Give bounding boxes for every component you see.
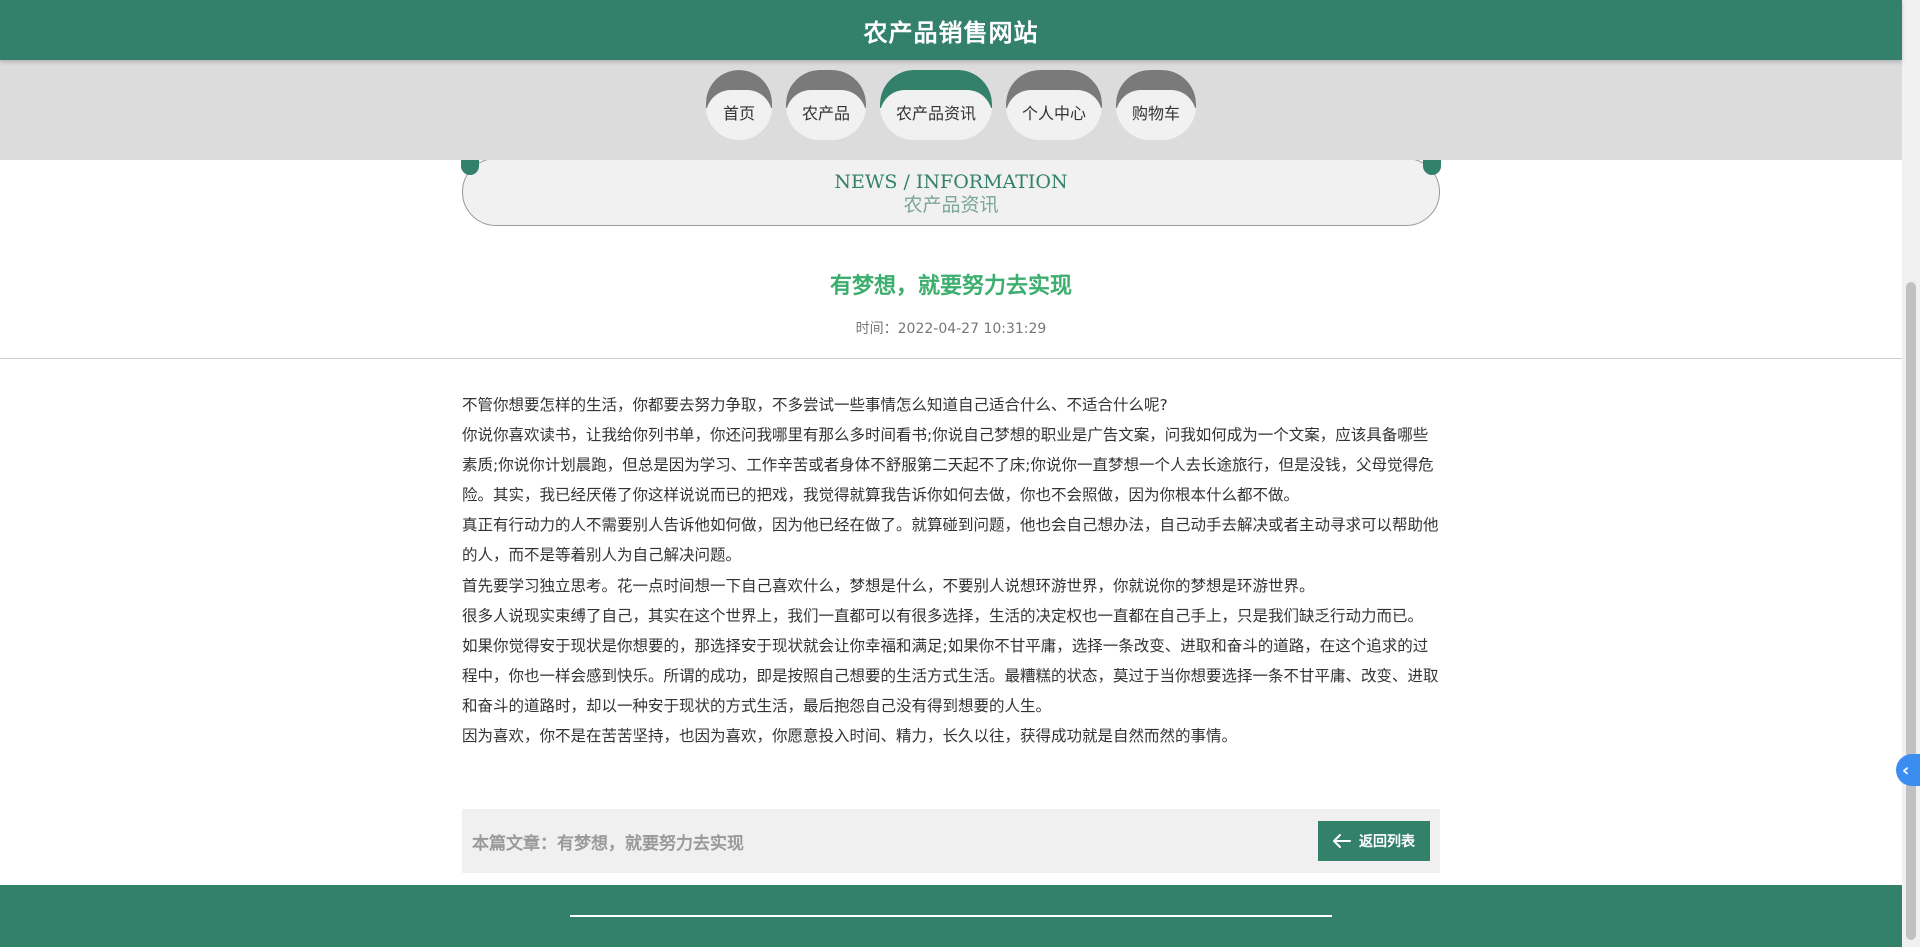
article-footer-bar: 本篇文章：有梦想，就要努力去实现 返回列表 — [462, 809, 1440, 873]
article-paragraph: 首先要学习独立思考。花一点时间想一下自己喜欢什么，梦想是什么，不要别人说想环游世… — [462, 576, 1315, 595]
nav-item-cart[interactable]: 购物车 — [1116, 70, 1197, 140]
nav-item-label: 农产品 — [801, 104, 850, 123]
divider — [0, 358, 1902, 359]
nav-item-label: 农产品资讯 — [895, 104, 976, 123]
back-to-list-button[interactable]: 返回列表 — [1318, 821, 1430, 861]
nav-item-label: 购物车 — [1132, 104, 1181, 123]
section-heading-en: NEWS / INFORMATION — [834, 171, 1068, 193]
article-title: 有梦想，就要努力去实现 — [829, 274, 1072, 299]
article-content: 不管你想要怎样的生活，你都要去努力争取，不多尝试一些事情怎么知道自己适合什么、不… — [462, 390, 1440, 751]
scrollbar-thumb[interactable] — [1906, 282, 1916, 940]
main-nav: 首页 农产品 农产品资讯 个人中心 购物车 — [0, 70, 1902, 140]
page-footer — [0, 885, 1902, 947]
nav-item-news[interactable]: 农产品资讯 — [879, 70, 992, 140]
top-header-bar: 农产品销售网站 — [0, 0, 1902, 60]
side-panel-toggle[interactable]: ‹ — [1896, 754, 1920, 786]
nav-item-home[interactable]: 首页 — [705, 70, 772, 140]
current-article-label: 本篇文章：有梦想，就要努力去实现 — [472, 834, 744, 854]
back-to-list-label: 返回列表 — [1359, 834, 1415, 850]
footer-divider — [570, 915, 1332, 917]
article-paragraph: 真正有行动力的人不需要别人告诉他如何做，因为他已经在做了。就算碰到问题，他也会自… — [462, 516, 1439, 565]
nav-band: 首页 农产品 农产品资讯 个人中心 购物车 — [0, 60, 1902, 160]
article-paragraph: 因为喜欢，你不是在苦苦坚持，也因为喜欢，你愿意投入时间、精力，长久以往，获得成功… — [462, 727, 1238, 746]
article-time: 时间：2022-04-27 10:31:29 — [855, 321, 1047, 337]
nav-item-products[interactable]: 农产品 — [785, 70, 866, 140]
arrow-left-icon — [1333, 834, 1351, 848]
scrollbar[interactable] — [1902, 0, 1920, 947]
section-heading-cn: 农产品资讯 — [903, 194, 999, 216]
article-paragraph: 你说你喜欢读书，让我给你列书单，你还问我哪里有那么多时间看书;你说自己梦想的职业… — [462, 426, 1434, 505]
section-heading: NEWS / INFORMATION 农产品资讯 — [461, 155, 1441, 226]
article-paragraph: 如果你觉得安于现状是你想要的，那选择安于现状就会让你幸福和满足;如果你不甘平庸，… — [462, 636, 1439, 715]
article-paragraph: 很多人说现实束缚了自己，其实在这个世界上，我们一直都可以有很多选择，生活的决定权… — [462, 606, 1424, 625]
nav-item-label: 个人中心 — [1022, 104, 1087, 123]
nav-item-profile[interactable]: 个人中心 — [1006, 70, 1103, 140]
site-title: 农产品销售网站 — [863, 18, 1039, 47]
chevron-left-icon: ‹ — [1902, 759, 1910, 781]
article-paragraph: 不管你想要怎样的生活，你都要去努力争取，不多尝试一些事情怎么知道自己适合什么、不… — [462, 396, 1168, 414]
nav-item-label: 首页 — [722, 104, 755, 123]
